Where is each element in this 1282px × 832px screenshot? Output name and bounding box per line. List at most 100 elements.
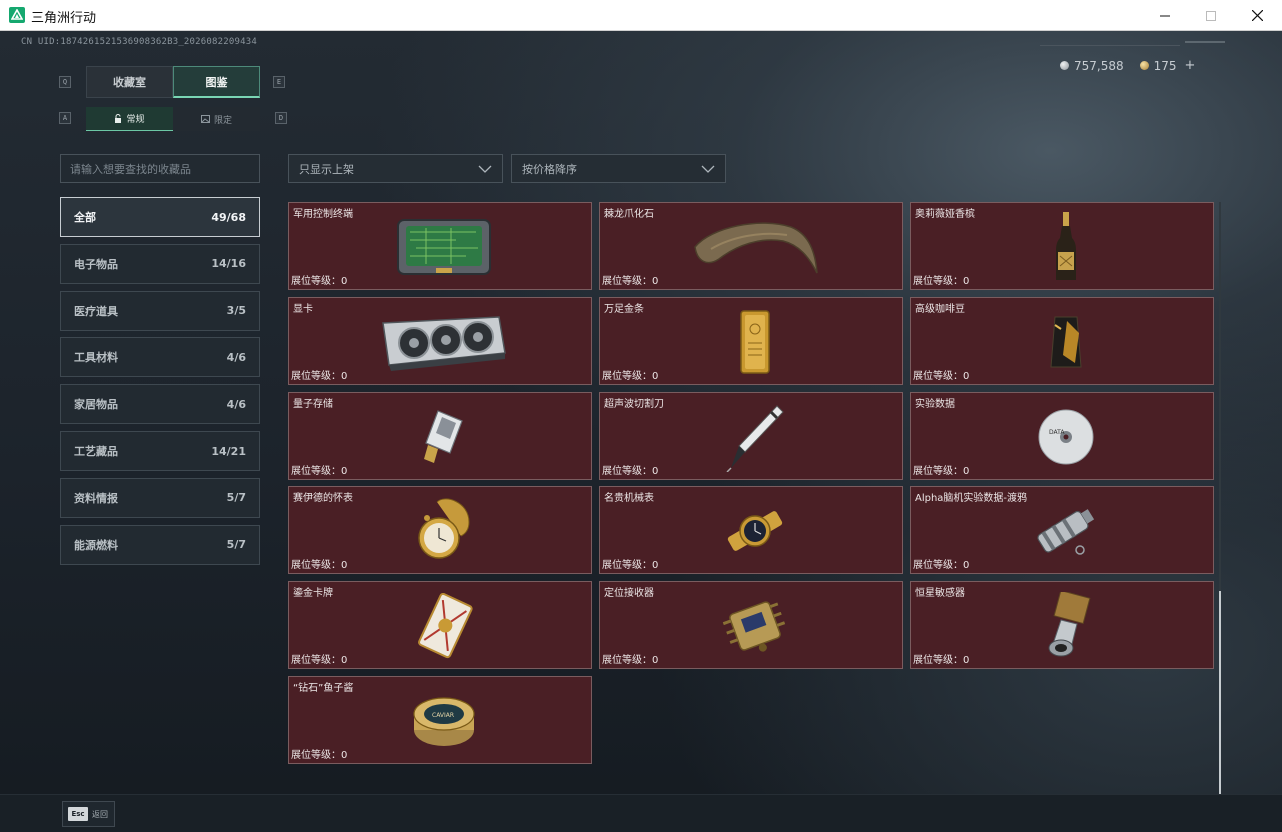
- category-item[interactable]: 工具材料 4/6: [60, 337, 260, 378]
- close-button[interactable]: [1234, 0, 1280, 31]
- military-terminal-icon: [369, 211, 519, 283]
- item-display-level: 展位等级：0: [602, 370, 659, 382]
- minimize-button[interactable]: [1142, 0, 1188, 31]
- user-uid: CN UID:1874261521536908362B3_20260822094…: [21, 37, 257, 47]
- item-card[interactable]: 棘龙爪化石 展位等级：0: [599, 202, 903, 290]
- tab-collection-room[interactable]: 收藏室: [86, 66, 173, 98]
- item-card[interactable]: 名贵机械表 展位等级：0: [599, 486, 903, 575]
- wristwatch-icon: [680, 495, 830, 567]
- category-label: 医疗道具: [74, 304, 118, 318]
- caviar-tin-icon: CAVIAR: [369, 685, 519, 757]
- search-input[interactable]: 请输入想要查找的收藏品: [60, 154, 260, 183]
- item-display-level: 展位等级：0: [913, 465, 970, 477]
- item-card[interactable]: Alpha脑机实验数据-渡鸦 展位等级：0: [910, 486, 1214, 575]
- esc-key-icon: Esc: [68, 807, 88, 821]
- item-display-level: 展位等级：0: [602, 655, 659, 667]
- item-card[interactable]: 高级咖啡豆 展位等级：0: [910, 296, 1214, 385]
- filter-dropdown[interactable]: 只显示上架: [288, 154, 503, 183]
- search-placeholder: 请输入想要查找的收藏品: [70, 162, 191, 176]
- item-card[interactable]: 奥莉薇娅香槟 展位等级：0: [910, 202, 1214, 290]
- item-name: 恒星敏感器: [915, 588, 965, 600]
- category-count: 3/5: [226, 304, 246, 318]
- image-icon: [200, 115, 210, 123]
- coffee-bag-icon: [991, 306, 1141, 378]
- key-hint-d: D: [275, 112, 287, 124]
- subtab-limited[interactable]: 限定: [173, 107, 260, 131]
- category-item[interactable]: 能源燃料 5/7: [60, 524, 260, 565]
- pocket-watch-icon: [369, 495, 519, 567]
- item-display-level: 展位等级：0: [913, 276, 970, 287]
- category-count: 49/68: [211, 210, 246, 224]
- chevron-down-icon: [478, 165, 492, 173]
- header-divider: [1185, 41, 1225, 43]
- item-card[interactable]: “钻石”鱼子酱 CAVIAR 展位等级：0: [288, 676, 592, 764]
- category-item[interactable]: 电子物品 14/16: [60, 243, 260, 284]
- item-card[interactable]: 超声波切割刀 展位等级：0: [599, 391, 903, 480]
- category-item[interactable]: 资料情报 5/7: [60, 477, 260, 518]
- item-name: 实验数据: [915, 398, 955, 410]
- item-card[interactable]: 军用控制终端 展位等级：0: [288, 202, 592, 290]
- scrollbar-thumb[interactable]: [1219, 591, 1221, 794]
- category-label: 全部: [74, 211, 96, 224]
- category-item[interactable]: 全部 49/68: [60, 197, 260, 237]
- back-button[interactable]: Esc 返回: [62, 801, 115, 827]
- item-card[interactable]: 显卡 展位等级：0: [288, 296, 592, 385]
- disc-icon: DATA: [991, 401, 1141, 473]
- category-count: 14/16: [211, 257, 246, 271]
- item-card[interactable]: 量子存储 展位等级：0: [288, 391, 592, 480]
- tab-atlas[interactable]: 图鉴: [173, 66, 260, 98]
- maximize-button[interactable]: [1188, 0, 1234, 31]
- app-logo-icon: [9, 7, 25, 23]
- chevron-down-icon: [701, 165, 715, 173]
- item-name: 名贵机械表: [604, 493, 654, 505]
- category-item[interactable]: 工艺藏品 14/21: [60, 431, 260, 471]
- item-name: 军用控制终端: [293, 209, 353, 220]
- window-titlebar: 三角洲行动: [0, 0, 1282, 31]
- category-item[interactable]: 家居物品 4/6: [60, 384, 260, 425]
- ultrasonic-knife-icon: [680, 401, 830, 473]
- item-card[interactable]: 定位接收器 展位等级：0: [599, 581, 903, 670]
- item-name: 万足金条: [604, 303, 644, 315]
- item-name: 显卡: [293, 303, 313, 315]
- item-card[interactable]: 实验数据 DATA 展位等级：0: [910, 391, 1214, 480]
- add-gold-button[interactable]: +: [1185, 58, 1196, 73]
- item-card[interactable]: 赛伊德的怀表 展位等级：0: [288, 486, 592, 575]
- item-name: “钻石”鱼子酱: [293, 683, 354, 694]
- category-count: 5/7: [226, 491, 246, 505]
- champagne-bottle-icon: [991, 211, 1141, 283]
- item-display-level: 展位等级：0: [291, 560, 348, 572]
- data-cylinder-icon: [991, 495, 1141, 567]
- item-card[interactable]: 万足金条展位等级：0: [599, 296, 903, 385]
- item-display-level: 展位等级：0: [291, 465, 348, 477]
- gold-coin-balance[interactable]: 175 +: [1139, 58, 1196, 73]
- silver-coin-value: 757,588: [1074, 58, 1124, 73]
- category-item[interactable]: 医疗道具 3/5: [60, 290, 260, 331]
- subtab-normal[interactable]: 常规: [86, 107, 173, 131]
- item-name: 奥莉薇娅香槟: [915, 209, 975, 220]
- svg-text:DATA: DATA: [1049, 429, 1065, 436]
- sort-dropdown[interactable]: 按价格降序: [511, 154, 726, 183]
- sort-dropdown-value: 按价格降序: [522, 162, 577, 176]
- item-card[interactable]: 鎏金卡牌 展位等级：0: [288, 581, 592, 670]
- item-display-level: 展位等级：0: [913, 655, 970, 667]
- item-name: 鎏金卡牌: [293, 588, 333, 600]
- quantum-storage-icon: [369, 401, 519, 473]
- gold-coin-value: 175: [1153, 58, 1177, 73]
- header-divider: [1040, 45, 1180, 46]
- graphics-card-icon: [369, 306, 519, 378]
- silver-coin-balance[interactable]: 757,588: [1060, 59, 1124, 73]
- category-label: 电子物品: [74, 257, 118, 271]
- item-name: 超声波切割刀: [604, 398, 664, 410]
- game-screen: CN UID:1874261521536908362B3_20260822094…: [0, 31, 1282, 832]
- item-card[interactable]: 恒星敏感器展位等级：0: [910, 581, 1214, 670]
- item-display-level: 展位等级：0: [913, 560, 970, 572]
- category-label: 家居物品: [74, 398, 118, 412]
- item-display-level: 展位等级：0: [602, 276, 659, 287]
- dinosaur-claw-icon: [680, 211, 830, 283]
- gold-coin-icon: [1139, 61, 1149, 70]
- category-label: 资料情报: [74, 491, 118, 505]
- item-name: 赛伊德的怀表: [293, 493, 353, 505]
- subtab-limited-label: 限定: [213, 115, 232, 126]
- category-label: 工艺藏品: [74, 445, 118, 458]
- gold-bar-icon: [680, 306, 830, 378]
